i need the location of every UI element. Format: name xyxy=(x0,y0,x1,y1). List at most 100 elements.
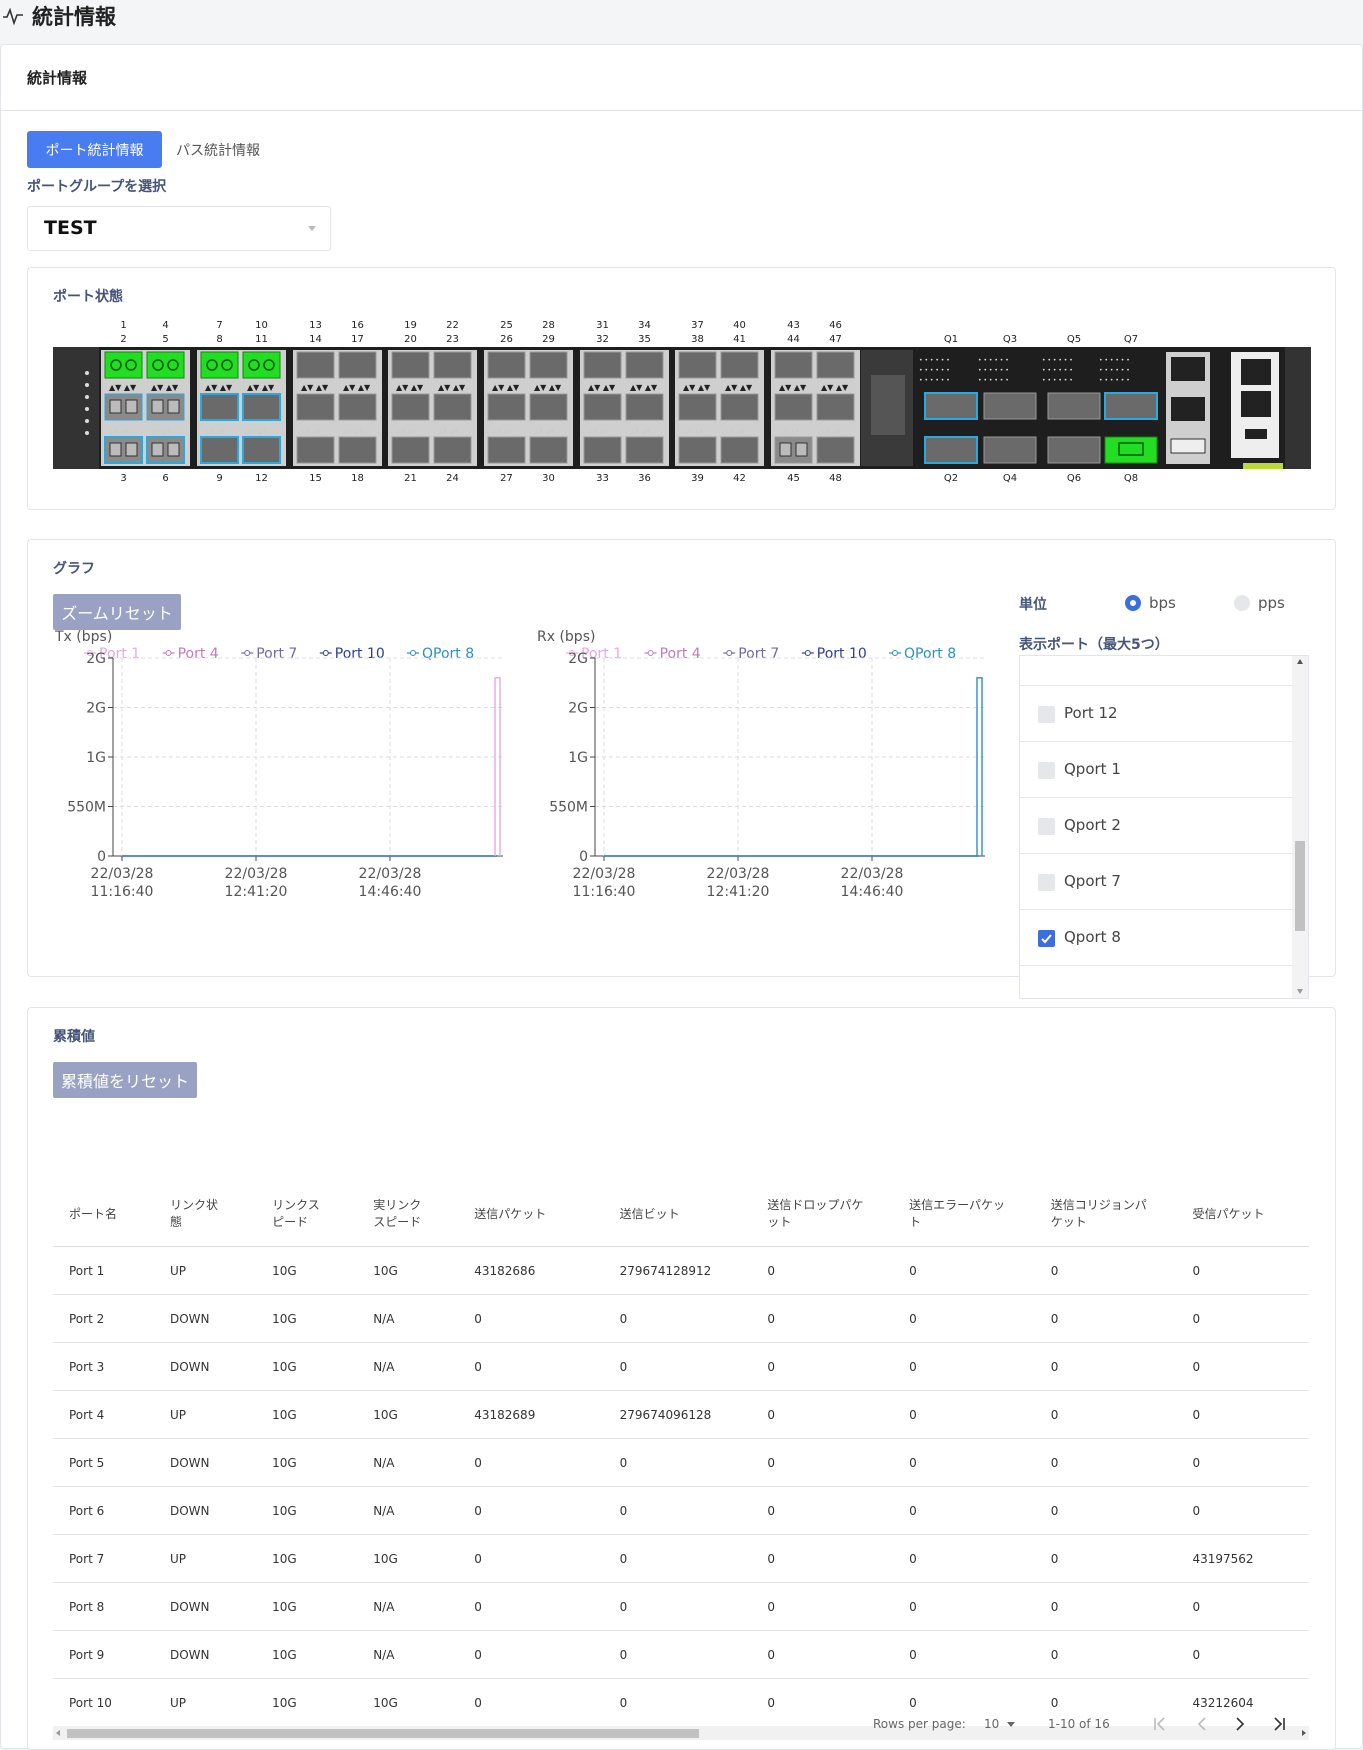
first-page-icon[interactable] xyxy=(1151,1715,1169,1733)
column-header[interactable]: リンク状態 xyxy=(153,1182,257,1247)
scroll-right-icon[interactable] xyxy=(1302,1730,1306,1736)
port-select-list[interactable]: Port 12 Qport 1 Qport 2 Qport 7 Qport 8 xyxy=(1019,655,1309,999)
horizontal-scroll-thumb[interactable] xyxy=(67,1729,699,1738)
legend-item[interactable]: Port 4 xyxy=(178,646,219,662)
column-header[interactable]: 送信エラーパケット xyxy=(893,1182,1035,1247)
sfp-port-middle[interactable] xyxy=(720,393,759,421)
sfp-port-middle[interactable] xyxy=(774,393,813,421)
unit-bps-radio[interactable]: bps xyxy=(1125,594,1176,612)
column-header[interactable]: 送信コリジョンパ ケット xyxy=(1034,1182,1177,1247)
sfp-port-middle[interactable] xyxy=(433,393,472,421)
table-horizontal-scrollbar[interactable] xyxy=(53,1726,1309,1740)
column-header[interactable]: ポート名 xyxy=(53,1182,154,1247)
sfp-port-top[interactable] xyxy=(391,351,430,379)
legend-item[interactable]: Port 7 xyxy=(738,646,779,662)
sfp-port-bottom[interactable] xyxy=(487,436,526,464)
list-item-port-12[interactable]: Port 12 xyxy=(1020,686,1292,742)
sfp-port-bottom[interactable] xyxy=(296,436,335,464)
checkbox-icon[interactable] xyxy=(1038,818,1055,835)
qsfp-port-top[interactable] xyxy=(1047,392,1101,420)
legend-item[interactable]: Port 7 xyxy=(256,646,297,662)
column-header[interactable]: 送信ドロップパケ ット xyxy=(751,1182,894,1247)
rj45-port[interactable] xyxy=(1241,391,1271,417)
sfp-port-bottom[interactable] xyxy=(242,436,281,464)
sfp-port-middle[interactable] xyxy=(529,393,568,421)
sfp-port-middle[interactable] xyxy=(583,393,622,421)
sfp-port-middle[interactable] xyxy=(338,393,377,421)
sfp-port-top[interactable] xyxy=(338,351,377,379)
scroll-left-icon[interactable] xyxy=(56,1730,60,1736)
console-port[interactable] xyxy=(1171,397,1205,421)
port-group-select[interactable]: TEST xyxy=(27,206,331,251)
legend-item[interactable]: QPort 8 xyxy=(422,646,474,662)
next-page-icon[interactable] xyxy=(1231,1715,1249,1733)
tab-port-stats[interactable]: ポート統計情報 xyxy=(27,131,162,168)
column-header[interactable]: 送信パケット xyxy=(458,1182,604,1247)
sfp-port-top[interactable] xyxy=(583,351,622,379)
checkbox-icon[interactable] xyxy=(1038,706,1055,723)
reset-cumulative-button[interactable]: 累積値をリセット xyxy=(53,1062,197,1098)
sfp-port-middle[interactable] xyxy=(296,393,335,421)
sfp-port-top[interactable] xyxy=(625,351,664,379)
sfp-port-bottom[interactable] xyxy=(678,436,717,464)
sfp-port-middle[interactable] xyxy=(391,393,430,421)
sfp-port-bottom[interactable] xyxy=(583,436,622,464)
sfp-port-middle[interactable] xyxy=(816,393,855,421)
list-item-qport-2[interactable]: Qport 2 xyxy=(1020,798,1292,854)
sfp-port-top[interactable] xyxy=(816,351,855,379)
column-header[interactable]: 実リンク スピード xyxy=(357,1182,459,1247)
legend-item[interactable]: Port 10 xyxy=(817,646,867,662)
usb-port[interactable] xyxy=(1170,438,1206,454)
sfp-port-middle[interactable] xyxy=(200,393,239,421)
list-item-qport-1[interactable]: Qport 1 xyxy=(1020,742,1292,798)
qsfp-port-bottom[interactable] xyxy=(983,436,1037,464)
sfp-port-middle[interactable] xyxy=(242,393,281,421)
prev-page-icon[interactable] xyxy=(1193,1715,1211,1733)
legend-item[interactable]: Port 4 xyxy=(660,646,701,662)
last-page-icon[interactable] xyxy=(1270,1715,1288,1733)
sfp-port-bottom[interactable] xyxy=(433,436,472,464)
sfp-port-top[interactable] xyxy=(678,351,717,379)
legend-item[interactable]: QPort 8 xyxy=(904,646,956,662)
qsfp-port-top[interactable] xyxy=(983,392,1037,420)
rx-chart[interactable]: Rx (bps)Port 1 Port 4 Port 7 Port 10 QPort 8… xyxy=(530,626,990,962)
rows-per-page-select[interactable]: 10 xyxy=(984,1717,1016,1731)
sfp-port-top[interactable] xyxy=(720,351,759,379)
zoom-reset-button[interactable]: ズームリセット xyxy=(53,594,181,630)
scroll-thumb[interactable] xyxy=(1295,841,1305,931)
tab-path-stats[interactable]: パス統計情報 xyxy=(176,131,260,168)
sfp-port-middle[interactable] xyxy=(487,393,526,421)
sfp-port-bottom[interactable] xyxy=(529,436,568,464)
qsfp-port-bottom[interactable] xyxy=(924,436,978,464)
unit-pps-radio[interactable]: pps xyxy=(1234,594,1285,612)
console-port[interactable] xyxy=(1171,357,1205,381)
sfp-port-bottom[interactable] xyxy=(720,436,759,464)
sfp-port-top[interactable] xyxy=(296,351,335,379)
sfp-port-top[interactable] xyxy=(487,351,526,379)
checkbox-icon[interactable] xyxy=(1038,874,1055,891)
scroll-down-icon[interactable] xyxy=(1297,989,1303,994)
list-scrollbar[interactable] xyxy=(1292,656,1308,998)
mini-usb-port[interactable] xyxy=(1245,429,1267,439)
column-header[interactable]: 受信パケット xyxy=(1176,1182,1309,1247)
checkbox-checked-icon[interactable] xyxy=(1038,930,1055,947)
scroll-up-icon[interactable] xyxy=(1297,659,1303,664)
qsfp-port-top[interactable] xyxy=(924,392,978,420)
sfp-port-top[interactable] xyxy=(433,351,472,379)
column-header[interactable]: 送信ビット xyxy=(603,1182,752,1247)
column-header[interactable]: リンクス ピード xyxy=(256,1182,358,1247)
sfp-port-bottom[interactable] xyxy=(816,436,855,464)
sfp-port-middle[interactable] xyxy=(625,393,664,421)
qsfp-port-bottom[interactable] xyxy=(1104,436,1158,464)
sfp-port-bottom[interactable] xyxy=(391,436,430,464)
qsfp-port-bottom[interactable] xyxy=(1047,436,1101,464)
legend-item[interactable]: Port 10 xyxy=(335,646,385,662)
sfp-port-bottom[interactable] xyxy=(200,436,239,464)
sfp-port-top[interactable] xyxy=(529,351,568,379)
sfp-port-bottom[interactable] xyxy=(338,436,377,464)
checkbox-icon[interactable] xyxy=(1038,762,1055,779)
qsfp-port-top[interactable] xyxy=(1104,392,1158,420)
list-item-qport-8[interactable]: Qport 8 xyxy=(1020,910,1292,966)
tx-chart[interactable]: Tx (bps)Port 1 Port 4 Port 7 Port 10 QPort 8… xyxy=(48,626,508,962)
sfp-port-top[interactable] xyxy=(774,351,813,379)
